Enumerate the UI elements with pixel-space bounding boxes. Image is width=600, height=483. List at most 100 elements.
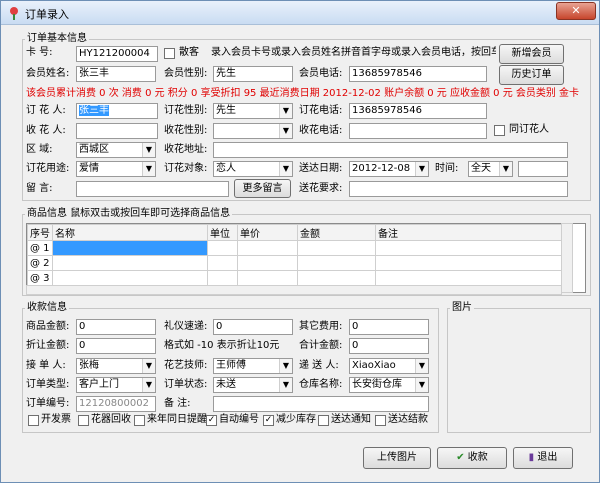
table-row[interactable]: @ 1: [27, 240, 572, 256]
use-select[interactable]: 爱情 ▼: [76, 161, 156, 177]
new-member-button[interactable]: 新增会员: [499, 44, 564, 64]
order-status-select[interactable]: 未送 ▼: [213, 377, 293, 393]
history-orders-button[interactable]: 历史订单: [499, 65, 564, 85]
remark-input[interactable]: [213, 396, 429, 412]
delivery-notice-checkbox[interactable]: [318, 415, 329, 426]
message-input[interactable]: [76, 181, 229, 197]
order-type-select[interactable]: 客户上门 ▼: [76, 377, 156, 393]
card-input[interactable]: HY121200004: [76, 46, 158, 62]
goods-vertical-scrollbar[interactable]: [561, 223, 573, 293]
other-fee-input[interactable]: 0: [349, 319, 429, 335]
member-phone-input[interactable]: 13685978546: [349, 66, 487, 82]
table-cell[interactable]: [207, 255, 238, 271]
sender-select[interactable]: XiaoXiao ▼: [349, 358, 429, 374]
date-picker[interactable]: 2012-12-08 ▼: [349, 161, 429, 177]
table-cell[interactable]: [237, 270, 298, 286]
orderer-gender-select[interactable]: 先生 ▼: [213, 103, 293, 119]
anniversary-remind-checkbox[interactable]: [134, 415, 145, 426]
table-cell[interactable]: [297, 270, 376, 286]
receiver-input[interactable]: [76, 123, 158, 139]
requirement-label: 送花要求:: [299, 183, 343, 194]
taker-select[interactable]: 张梅 ▼: [76, 358, 156, 374]
table-cell[interactable]: [297, 255, 376, 271]
table-cell[interactable]: [52, 255, 208, 271]
receiver-phone-input[interactable]: [349, 123, 487, 139]
table-row[interactable]: @ 2: [27, 255, 572, 271]
table-cell[interactable]: [237, 255, 298, 271]
table-cell[interactable]: [375, 270, 572, 286]
requirement-input[interactable]: [349, 181, 568, 197]
chevron-down-icon: ▼: [279, 378, 292, 392]
more-message-button[interactable]: 更多留言: [234, 179, 291, 198]
order-no-input[interactable]: 12120800002: [76, 396, 156, 412]
time-select[interactable]: 全天 ▼: [468, 161, 513, 177]
exit-button[interactable]: ▮ 退出: [513, 447, 573, 469]
discount-label: 折让金额:: [26, 340, 70, 351]
discount-format-hint: 格式如 -10 表示折让10元: [164, 340, 280, 351]
col-header[interactable]: 单价: [237, 224, 298, 241]
goods-horizontal-scrollbar[interactable]: [26, 285, 562, 295]
total-label: 商品金额:: [26, 321, 70, 332]
table-cell[interactable]: [207, 240, 238, 256]
table-cell[interactable]: [52, 270, 208, 286]
chevron-down-icon: ▼: [415, 359, 428, 373]
receiver-gender-select[interactable]: ▼: [213, 123, 293, 139]
orderer-input[interactable]: 张三丰: [76, 103, 158, 119]
goods-hint: 鼠标双击或按回车即可选择商品信息: [70, 208, 231, 219]
table-cell[interactable]: [375, 255, 572, 271]
message-label: 留 言:: [26, 183, 53, 194]
col-header[interactable]: 序号: [27, 224, 53, 241]
table-row[interactable]: @ 3: [27, 270, 572, 286]
sum-label: 合计金额:: [299, 340, 343, 351]
warehouse-select[interactable]: 长安街仓库 ▼: [349, 377, 429, 393]
card-hint: 录入会员卡号或录入会员姓名拼音首字母或录入会员电话，按回车...: [211, 47, 496, 58]
row-index: @ 2: [27, 255, 53, 271]
order-status-label: 订单状态:: [164, 379, 208, 390]
ceremony-label: 礼仪速递:: [164, 321, 208, 332]
member-summary: 该会员累计消费 0 次 消费 0 元 积分 0 享受折扣 95 最近消费日期 2…: [26, 88, 580, 99]
florist-label: 花艺技师:: [164, 360, 208, 371]
address-input[interactable]: [213, 142, 568, 158]
reduce-stock-checkbox[interactable]: ✓: [263, 415, 274, 426]
member-name-input[interactable]: 张三丰: [76, 66, 156, 82]
target-select[interactable]: 恋人 ▼: [213, 161, 293, 177]
date-label: 送达日期:: [299, 163, 343, 174]
table-cell[interactable]: [297, 240, 376, 256]
total-input[interactable]: 0: [76, 319, 156, 335]
col-header[interactable]: 备注: [375, 224, 572, 241]
remark-label: 备 注:: [164, 398, 191, 409]
area-select[interactable]: 西城区 ▼: [76, 142, 156, 158]
goods-header-row: 序号 名称 单位 单价 金额 备注: [27, 224, 572, 241]
florist-select[interactable]: 王师傅 ▼: [213, 358, 293, 374]
time-detail-input[interactable]: [518, 161, 568, 177]
member-gender-input[interactable]: 先生: [213, 66, 293, 82]
walkin-checkbox[interactable]: [164, 48, 175, 59]
reduce-stock-label: 减少库存: [276, 414, 316, 425]
other-fee-label: 其它费用:: [299, 321, 343, 332]
auto-number-checkbox[interactable]: ✓: [206, 415, 217, 426]
discount-input[interactable]: 0: [76, 338, 156, 354]
vase-recycle-checkbox[interactable]: [78, 415, 89, 426]
table-cell[interactable]: [52, 240, 208, 256]
goods-table[interactable]: 序号 名称 单位 单价 金额 备注 @ 1 @ 2 @ 3 @ 4: [26, 223, 586, 293]
title-bar: 订单录入 ✕: [1, 1, 599, 25]
delivery-settle-checkbox[interactable]: [375, 415, 386, 426]
chevron-down-icon: ▼: [279, 104, 292, 118]
same-as-orderer-checkbox[interactable]: [494, 125, 505, 136]
table-cell[interactable]: [207, 270, 238, 286]
sum-input[interactable]: 0: [349, 338, 429, 354]
upload-image-button[interactable]: 上传图片: [363, 447, 431, 469]
chevron-down-icon: ▼: [279, 359, 292, 373]
orderer-selected-text: 张三丰: [79, 105, 109, 116]
orderer-phone-input[interactable]: 13685978546: [349, 103, 487, 119]
receive-payment-button[interactable]: ✔ 收款: [437, 447, 507, 469]
table-cell[interactable]: [237, 240, 298, 256]
close-button[interactable]: ✕: [556, 2, 596, 20]
col-header[interactable]: 金额: [297, 224, 376, 241]
invoice-checkbox[interactable]: [28, 415, 39, 426]
table-cell[interactable]: [375, 240, 572, 256]
ceremony-input[interactable]: 0: [213, 319, 293, 335]
col-header[interactable]: 名称: [52, 224, 208, 241]
receive-label: 收款: [467, 452, 488, 463]
col-header[interactable]: 单位: [207, 224, 238, 241]
